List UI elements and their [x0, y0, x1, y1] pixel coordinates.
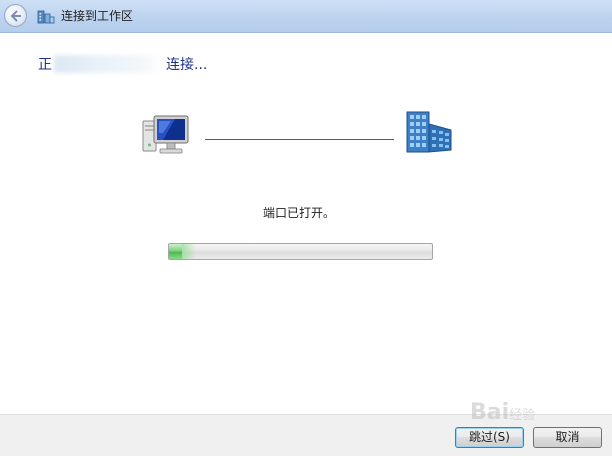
remoteapp-connection-window: 连接到工作区 正 连接... 端口已打开。 跳过(S) 取消 Bai经验 [0, 0, 612, 456]
heading-prefix: 正 [38, 57, 52, 73]
back-button[interactable] [4, 4, 27, 27]
cancel-button[interactable]: 取消 [533, 427, 602, 448]
connection-line [205, 139, 394, 140]
title-bar: 连接到工作区 [0, 0, 612, 33]
connection-progress-bar [168, 243, 433, 260]
redacted-region [54, 55, 164, 73]
back-arrow-icon [10, 10, 21, 22]
page-heading: 正 连接... [38, 55, 207, 74]
progress-fill [169, 244, 197, 259]
computer-icon [142, 115, 189, 154]
window-title: 连接到工作区 [61, 9, 134, 23]
status-message: 端口已打开。 [0, 205, 612, 221]
workplace-connection-icon [37, 10, 55, 24]
command-bar: 跳过(S) 取消 [0, 414, 612, 456]
server-building-icon [406, 111, 452, 153]
status-label: 端口已打开。 [262, 206, 335, 220]
heading-suffix: 连接... [166, 57, 208, 73]
skip-button[interactable]: 跳过(S) [455, 427, 524, 448]
